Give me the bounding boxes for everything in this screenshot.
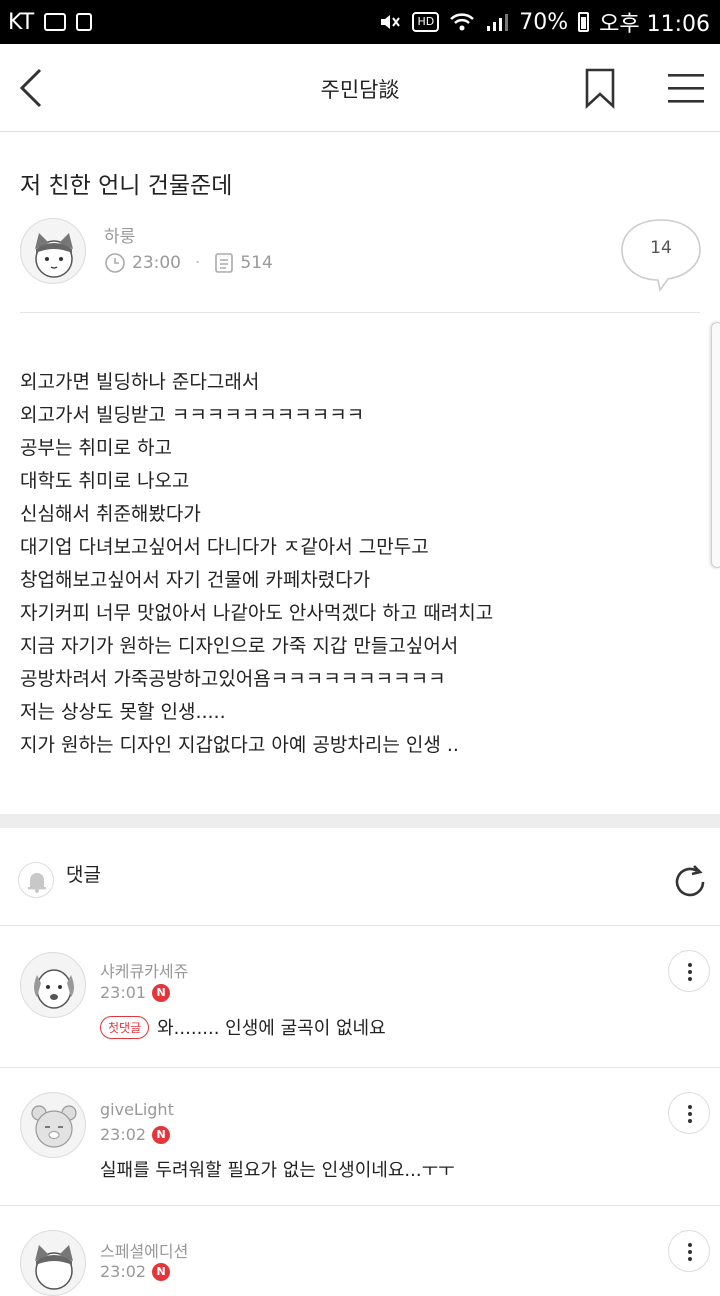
comment-time: 23:01 <box>100 983 147 1002</box>
scrollbar-handle[interactable] <box>711 322 720 568</box>
comment-item: giveLight 23:02 N 실패를 두려워할 필요가 없는 인생이네요.… <box>0 1068 720 1206</box>
post-title: 저 친한 언니 건물준데 <box>20 173 233 199</box>
hamburger-icon <box>668 74 704 103</box>
body-line: 자기커피 너무 맛없아서 나같아도 안사먹겠다 하고 때려치고 <box>20 602 494 624</box>
view-count: 514 <box>240 253 273 273</box>
cat-avatar-icon <box>35 233 73 278</box>
wifi-icon <box>450 13 475 31</box>
hd-voice-icon: HD <box>412 12 440 32</box>
comment-more-button[interactable] <box>668 1230 710 1272</box>
post-body: 외고가면 빌딩하나 준다그래서 외고가서 빌딩받고 ㅋㅋㅋㅋㅋㅋㅋㅋㅋㅋㅋ 공부… <box>20 366 700 762</box>
body-line: 공방차려서 가죽공방하고있어욤ㅋㅋㅋㅋㅋㅋㅋㅋㅋㅋ <box>20 668 446 690</box>
comment-count: 14 <box>650 238 672 258</box>
body-line: 저는 상상도 못할 인생..... <box>20 701 226 723</box>
body-line: 창업해보고싶어서 자기 건물에 카페차렸다가 <box>20 569 371 591</box>
body-line: 공부는 취미로 하고 <box>20 437 172 459</box>
clock-icon <box>105 253 125 273</box>
battery-percent: 70% <box>519 9 569 35</box>
bear-avatar-icon <box>31 1105 77 1148</box>
comments-label: 댓글 <box>66 864 101 886</box>
new-badge: N <box>152 983 171 1002</box>
bookmark-button[interactable] <box>582 66 618 110</box>
sd-card-icon <box>76 13 93 31</box>
comment-time: 23:02 <box>100 1262 147 1281</box>
mute-icon <box>381 15 401 29</box>
refresh-button[interactable] <box>670 862 710 902</box>
commenter-name[interactable]: 샤케큐카세쥬 <box>100 958 188 982</box>
header-divider <box>20 312 700 313</box>
app-header: 주민담談 <box>0 44 720 132</box>
signal-icon <box>487 14 509 31</box>
comment-time: 23:02 <box>100 1125 147 1144</box>
body-line: 지금 자기가 원하는 디자인으로 가죽 지갑 만들고싶어서 <box>20 635 459 657</box>
section-separator <box>0 814 720 828</box>
post-time: 23:00 <box>132 253 181 273</box>
comment-more-button[interactable] <box>668 1092 710 1134</box>
first-comment-badge: 첫댓글 <box>100 1015 150 1039</box>
comment-time-row: 23:02 N <box>100 1125 171 1144</box>
body-line: 외고가서 빌딩받고 ㅋㅋㅋㅋㅋㅋㅋㅋㅋㅋㅋ <box>20 404 365 426</box>
author-avatar[interactable] <box>20 218 86 284</box>
comment-more-button[interactable] <box>668 950 710 992</box>
comment-item: 스페셜에디션 23:02 N <box>0 1206 720 1296</box>
carrier-label: KT <box>8 9 35 35</box>
comment-text-row: 실패를 두려워할 필요가 없는 인생이네요...ㅜㅜ <box>100 1156 455 1182</box>
comment-text: 와........ 인생에 굴곡이 없네요 <box>157 1018 386 1039</box>
body-line: 신심해서 취준해봤다가 <box>20 503 201 525</box>
commenter-avatar[interactable] <box>20 1230 86 1296</box>
status-bar: KT HD 70% 오후 11:06 <box>0 0 720 44</box>
refresh-icon <box>675 865 705 897</box>
bell-icon <box>28 873 46 893</box>
gallery-notification-icon <box>44 13 67 31</box>
comment-item: 샤케큐카세쥬 23:01 N 첫댓글 와........ 인생에 굴곡이 없네요 <box>0 926 720 1068</box>
commenter-name[interactable]: 스페셜에디션 <box>100 1238 188 1262</box>
bookmark-icon <box>585 68 615 109</box>
author-name[interactable]: 하룽 <box>104 222 135 247</box>
commenter-avatar[interactable] <box>20 1092 86 1158</box>
comment-text-row: 첫댓글 와........ 인생에 굴곡이 없네요 <box>100 1014 386 1040</box>
battery-icon <box>578 12 590 32</box>
cat-avatar-icon <box>35 1245 73 1290</box>
post-meta: 23:00 · 514 <box>104 252 273 274</box>
clock: 오후 11:06 <box>599 12 710 37</box>
comment-notify-button[interactable] <box>18 862 54 898</box>
body-line: 대기업 다녀보고싶어서 다니다가 ㅈ같아서 그만두고 <box>20 536 429 558</box>
new-badge: N <box>152 1125 171 1144</box>
menu-button[interactable] <box>664 68 708 108</box>
commenter-avatar[interactable] <box>20 952 86 1018</box>
body-line: 외고가면 빌딩하나 준다그래서 <box>20 371 260 393</box>
comment-time-row: 23:02 N <box>100 1262 171 1281</box>
body-line: 대학도 취미로 나오고 <box>20 470 190 492</box>
commenter-name[interactable]: giveLight <box>100 1100 174 1119</box>
views-icon <box>215 253 234 273</box>
body-line: 지가 원하는 디자인 지갑없다고 아예 공방차리는 인생 .. <box>20 734 459 756</box>
comments-header: 댓글 <box>0 828 720 926</box>
dog-avatar-icon <box>34 969 74 1009</box>
meta-separator: · <box>195 253 201 273</box>
new-badge: N <box>152 1262 171 1281</box>
comment-text: 실패를 두려워할 필요가 없는 인생이네요...ㅜㅜ <box>100 1160 455 1181</box>
comment-time-row: 23:01 N <box>100 983 171 1002</box>
